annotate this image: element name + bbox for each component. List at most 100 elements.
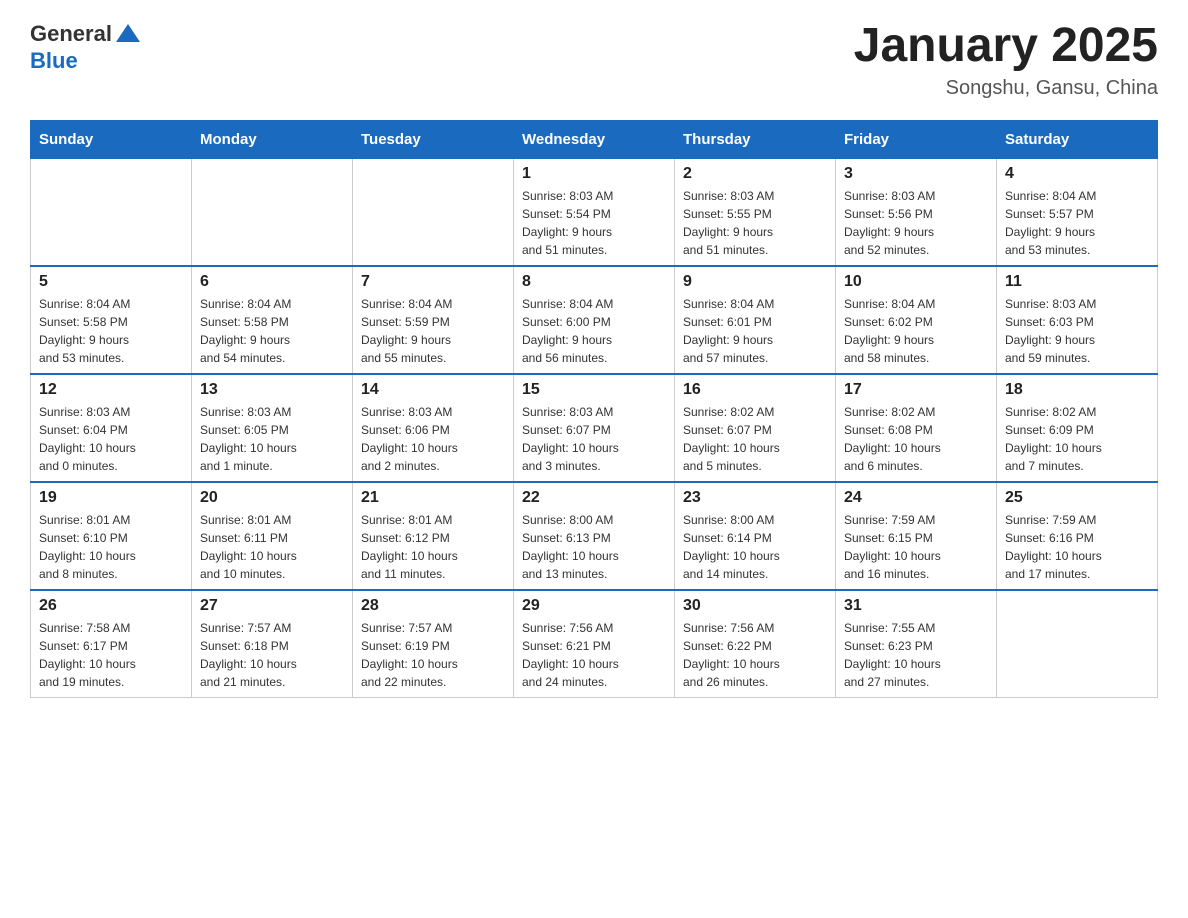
day-info: Sunrise: 7:56 AM Sunset: 6:21 PM Dayligh… — [522, 619, 666, 691]
calendar-cell: 20 Sunrise: 8:01 AM Sunset: 6:11 PM Dayli… — [192, 482, 353, 590]
calendar-cell: 8 Sunrise: 8:04 AM Sunset: 6:00 PM Daylig… — [514, 266, 675, 374]
day-number: 24 — [844, 489, 988, 507]
calendar-cell: 18Sunrise: 8:02 AM Sunset: 6:09 PM Dayli… — [997, 374, 1158, 482]
calendar-week-2: 5 Sunrise: 8:04 AM Sunset: 5:58 PM Daylig… — [31, 266, 1158, 374]
calendar-week-3: 12Sunrise: 8:03 AM Sunset: 6:04 PM Dayli… — [31, 374, 1158, 482]
column-header-sunday: Sunday — [31, 120, 192, 158]
calendar-cell: 3 Sunrise: 8:03 AM Sunset: 5:56 PM Daylig… — [836, 158, 997, 266]
day-info: Sunrise: 8:03 AM Sunset: 6:07 PM Dayligh… — [522, 403, 666, 475]
calendar-cell: 26Sunrise: 7:58 AM Sunset: 6:17 PM Dayli… — [31, 590, 192, 698]
day-number: 30 — [683, 597, 827, 615]
calendar-cell: 22 Sunrise: 8:00 AM Sunset: 6:13 PM Dayli… — [514, 482, 675, 590]
calendar-cell: 30 Sunrise: 7:56 AM Sunset: 6:22 PM Dayli… — [675, 590, 836, 698]
day-number: 27 — [200, 597, 344, 615]
column-header-tuesday: Tuesday — [353, 120, 514, 158]
day-number: 12 — [39, 381, 183, 399]
day-number: 8 — [522, 273, 666, 291]
day-info: Sunrise: 8:02 AM Sunset: 6:09 PM Dayligh… — [1005, 403, 1149, 475]
day-number: 15 — [522, 381, 666, 399]
day-info: Sunrise: 8:01 AM Sunset: 6:12 PM Dayligh… — [361, 511, 505, 583]
logo-blue: Blue — [30, 48, 78, 74]
calendar-cell — [31, 158, 192, 266]
day-number: 23 — [683, 489, 827, 507]
location: Songshu, Gansu, China — [854, 77, 1158, 100]
day-info: Sunrise: 7:59 AM Sunset: 6:16 PM Dayligh… — [1005, 511, 1149, 583]
column-header-thursday: Thursday — [675, 120, 836, 158]
day-info: Sunrise: 8:04 AM Sunset: 5:58 PM Dayligh… — [39, 295, 183, 367]
calendar-table: SundayMondayTuesdayWednesdayThursdayFrid… — [30, 120, 1158, 698]
calendar-header-row: SundayMondayTuesdayWednesdayThursdayFrid… — [31, 120, 1158, 158]
month-title: January 2025 — [854, 20, 1158, 73]
calendar-cell — [192, 158, 353, 266]
calendar-cell — [353, 158, 514, 266]
calendar-cell — [997, 590, 1158, 698]
day-number: 29 — [522, 597, 666, 615]
logo: General Blue — [30, 20, 142, 74]
day-info: Sunrise: 8:04 AM Sunset: 6:02 PM Dayligh… — [844, 295, 988, 367]
day-number: 3 — [844, 165, 988, 183]
calendar-cell: 1 Sunrise: 8:03 AM Sunset: 5:54 PM Daylig… — [514, 158, 675, 266]
column-header-friday: Friday — [836, 120, 997, 158]
day-info: Sunrise: 8:00 AM Sunset: 6:13 PM Dayligh… — [522, 511, 666, 583]
day-info: Sunrise: 7:58 AM Sunset: 6:17 PM Dayligh… — [39, 619, 183, 691]
day-number: 11 — [1005, 273, 1149, 291]
day-number: 19 — [39, 489, 183, 507]
day-info: Sunrise: 8:01 AM Sunset: 6:10 PM Dayligh… — [39, 511, 183, 583]
day-number: 7 — [361, 273, 505, 291]
calendar-cell: 7Sunrise: 8:04 AM Sunset: 5:59 PM Daylig… — [353, 266, 514, 374]
day-number: 2 — [683, 165, 827, 183]
calendar-cell: 5 Sunrise: 8:04 AM Sunset: 5:58 PM Daylig… — [31, 266, 192, 374]
day-number: 13 — [200, 381, 344, 399]
day-info: Sunrise: 7:57 AM Sunset: 6:19 PM Dayligh… — [361, 619, 505, 691]
calendar-cell: 24Sunrise: 7:59 AM Sunset: 6:15 PM Dayli… — [836, 482, 997, 590]
calendar-cell: 9Sunrise: 8:04 AM Sunset: 6:01 PM Daylig… — [675, 266, 836, 374]
day-number: 16 — [683, 381, 827, 399]
logo-icon — [114, 20, 142, 48]
calendar-cell: 14 Sunrise: 8:03 AM Sunset: 6:06 PM Dayli… — [353, 374, 514, 482]
calendar-cell: 4 Sunrise: 8:04 AM Sunset: 5:57 PM Daylig… — [997, 158, 1158, 266]
day-number: 5 — [39, 273, 183, 291]
day-number: 22 — [522, 489, 666, 507]
day-info: Sunrise: 7:55 AM Sunset: 6:23 PM Dayligh… — [844, 619, 988, 691]
day-number: 9 — [683, 273, 827, 291]
calendar-cell: 19 Sunrise: 8:01 AM Sunset: 6:10 PM Dayli… — [31, 482, 192, 590]
day-number: 31 — [844, 597, 988, 615]
calendar-cell: 16 Sunrise: 8:02 AM Sunset: 6:07 PM Dayli… — [675, 374, 836, 482]
calendar-cell: 29 Sunrise: 7:56 AM Sunset: 6:21 PM Dayli… — [514, 590, 675, 698]
day-number: 4 — [1005, 165, 1149, 183]
day-info: Sunrise: 8:04 AM Sunset: 5:57 PM Dayligh… — [1005, 187, 1149, 259]
logo-general: General — [30, 21, 112, 47]
day-number: 14 — [361, 381, 505, 399]
day-number: 21 — [361, 489, 505, 507]
day-number: 1 — [522, 165, 666, 183]
day-info: Sunrise: 8:03 AM Sunset: 6:03 PM Dayligh… — [1005, 295, 1149, 367]
calendar-cell: 28Sunrise: 7:57 AM Sunset: 6:19 PM Dayli… — [353, 590, 514, 698]
calendar-week-1: 1 Sunrise: 8:03 AM Sunset: 5:54 PM Daylig… — [31, 158, 1158, 266]
calendar-cell: 13 Sunrise: 8:03 AM Sunset: 6:05 PM Dayli… — [192, 374, 353, 482]
calendar-cell: 27Sunrise: 7:57 AM Sunset: 6:18 PM Dayli… — [192, 590, 353, 698]
calendar-cell: 2 Sunrise: 8:03 AM Sunset: 5:55 PM Daylig… — [675, 158, 836, 266]
calendar-cell: 12Sunrise: 8:03 AM Sunset: 6:04 PM Dayli… — [31, 374, 192, 482]
column-header-monday: Monday — [192, 120, 353, 158]
day-info: Sunrise: 8:03 AM Sunset: 5:54 PM Dayligh… — [522, 187, 666, 259]
day-info: Sunrise: 8:03 AM Sunset: 6:05 PM Dayligh… — [200, 403, 344, 475]
day-info: Sunrise: 8:04 AM Sunset: 5:58 PM Dayligh… — [200, 295, 344, 367]
day-info: Sunrise: 8:01 AM Sunset: 6:11 PM Dayligh… — [200, 511, 344, 583]
day-info: Sunrise: 8:03 AM Sunset: 5:55 PM Dayligh… — [683, 187, 827, 259]
column-header-saturday: Saturday — [997, 120, 1158, 158]
calendar-cell: 21 Sunrise: 8:01 AM Sunset: 6:12 PM Dayli… — [353, 482, 514, 590]
calendar-cell: 23Sunrise: 8:00 AM Sunset: 6:14 PM Dayli… — [675, 482, 836, 590]
title-area: January 2025 Songshu, Gansu, China — [854, 20, 1158, 100]
day-info: Sunrise: 8:02 AM Sunset: 6:07 PM Dayligh… — [683, 403, 827, 475]
calendar-cell: 31 Sunrise: 7:55 AM Sunset: 6:23 PM Dayli… — [836, 590, 997, 698]
calendar-cell: 11 Sunrise: 8:03 AM Sunset: 6:03 PM Dayli… — [997, 266, 1158, 374]
day-info: Sunrise: 8:04 AM Sunset: 6:00 PM Dayligh… — [522, 295, 666, 367]
page-header: General Blue January 2025 Songshu, Gansu… — [30, 20, 1158, 100]
day-info: Sunrise: 8:03 AM Sunset: 6:06 PM Dayligh… — [361, 403, 505, 475]
day-info: Sunrise: 8:02 AM Sunset: 6:08 PM Dayligh… — [844, 403, 988, 475]
day-info: Sunrise: 8:03 AM Sunset: 5:56 PM Dayligh… — [844, 187, 988, 259]
day-number: 10 — [844, 273, 988, 291]
day-info: Sunrise: 7:56 AM Sunset: 6:22 PM Dayligh… — [683, 619, 827, 691]
day-number: 20 — [200, 489, 344, 507]
day-number: 25 — [1005, 489, 1149, 507]
